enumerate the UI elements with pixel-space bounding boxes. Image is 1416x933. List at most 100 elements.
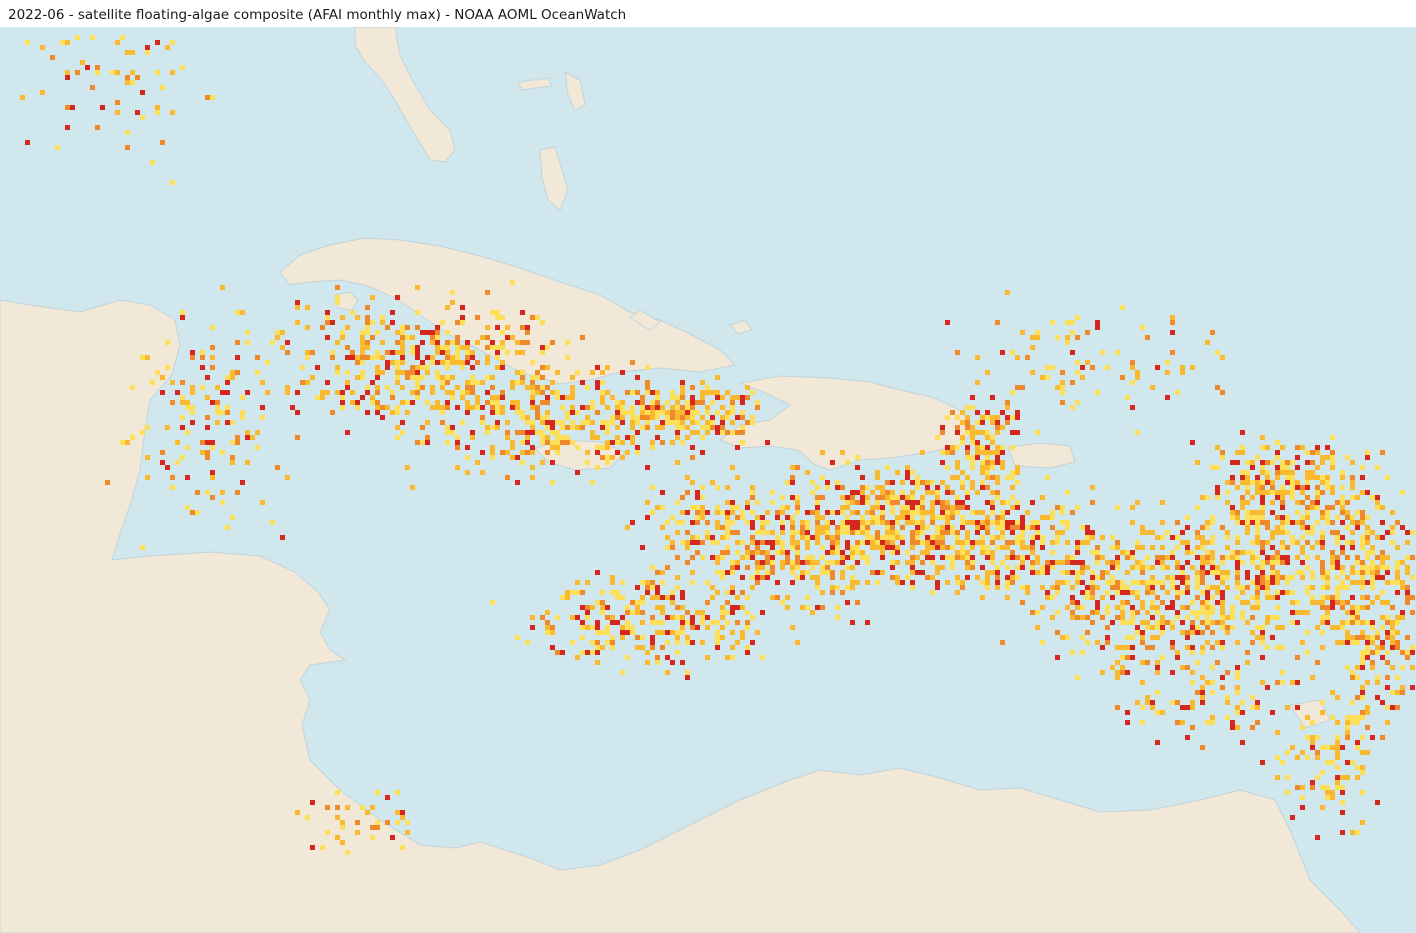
algae-cell <box>800 560 805 565</box>
algae-cell <box>985 475 990 480</box>
algae-cell <box>335 790 340 795</box>
algae-cell <box>1400 585 1405 590</box>
algae-cell <box>375 375 380 380</box>
algae-cell <box>1225 615 1230 620</box>
algae-cell <box>1260 435 1265 440</box>
algae-cell <box>940 480 945 485</box>
algae-cell <box>1350 475 1355 480</box>
algae-cell <box>500 345 505 350</box>
algae-cell <box>945 500 950 505</box>
algae-cell <box>740 395 745 400</box>
algae-cell <box>1345 665 1350 670</box>
algae-cell <box>565 440 570 445</box>
algae-cell <box>1085 525 1090 530</box>
algae-cell <box>160 375 165 380</box>
algae-cell <box>910 470 915 475</box>
algae-cell <box>1405 655 1410 660</box>
algae-cell <box>1090 535 1095 540</box>
algae-cell <box>1320 575 1325 580</box>
algae-cell <box>1335 555 1340 560</box>
algae-cell <box>470 405 475 410</box>
algae-cell <box>865 510 870 515</box>
algae-cell <box>1270 710 1275 715</box>
algae-cell <box>1120 305 1125 310</box>
algae-cell <box>690 480 695 485</box>
algae-cell <box>1260 575 1265 580</box>
algae-cell <box>320 395 325 400</box>
map-canvas[interactable] <box>0 27 1416 933</box>
algae-cell <box>925 525 930 530</box>
algae-cell <box>1075 505 1080 510</box>
algae-cell <box>1360 650 1365 655</box>
algae-cell <box>885 480 890 485</box>
algae-cell <box>1245 650 1250 655</box>
algae-cell <box>985 455 990 460</box>
map-panel[interactable] <box>0 27 1416 933</box>
algae-cell <box>595 650 600 655</box>
algae-cell <box>910 530 915 535</box>
algae-cell <box>1295 480 1300 485</box>
algae-cell <box>1020 540 1025 545</box>
algae-cell <box>720 570 725 575</box>
algae-cell <box>495 365 500 370</box>
algae-cell <box>1170 600 1175 605</box>
algae-cell <box>1230 725 1235 730</box>
algae-cell <box>700 390 705 395</box>
algae-cell <box>400 420 405 425</box>
algae-cell <box>1235 595 1240 600</box>
algae-cell <box>650 620 655 625</box>
algae-cell <box>710 595 715 600</box>
algae-cell <box>520 410 525 415</box>
algae-cell <box>1280 625 1285 630</box>
algae-cell <box>130 435 135 440</box>
algae-cell <box>1315 750 1320 755</box>
algae-cell <box>975 530 980 535</box>
algae-cell <box>920 560 925 565</box>
algae-cell <box>1300 520 1305 525</box>
algae-cell <box>160 450 165 455</box>
algae-cell <box>620 630 625 635</box>
algae-cell <box>1200 650 1205 655</box>
algae-cell <box>1045 515 1050 520</box>
algae-cell <box>680 540 685 545</box>
algae-cell <box>340 840 345 845</box>
algae-cell <box>375 330 380 335</box>
algae-cell <box>520 380 525 385</box>
algae-cell <box>960 550 965 555</box>
algae-cell <box>795 530 800 535</box>
algae-cell <box>1000 535 1005 540</box>
algae-cell <box>485 355 490 360</box>
algae-cell <box>1240 505 1245 510</box>
algae-cell <box>745 610 750 615</box>
algae-cell <box>1240 700 1245 705</box>
algae-cell <box>1050 565 1055 570</box>
algae-cell <box>805 525 810 530</box>
algae-cell <box>1300 805 1305 810</box>
algae-cell <box>920 540 925 545</box>
algae-cell <box>495 310 500 315</box>
algae-cell <box>675 635 680 640</box>
algae-cell <box>685 410 690 415</box>
algae-cell <box>670 390 675 395</box>
algae-cell <box>575 590 580 595</box>
algae-cell <box>1070 330 1075 335</box>
algae-cell <box>950 445 955 450</box>
algae-cell <box>1275 575 1280 580</box>
algae-cell <box>1035 335 1040 340</box>
algae-cell <box>1145 530 1150 535</box>
algae-cell <box>1185 615 1190 620</box>
algae-cell <box>1280 545 1285 550</box>
algae-cell <box>1330 555 1335 560</box>
algae-cell <box>395 410 400 415</box>
algae-cell <box>855 465 860 470</box>
algae-cell <box>460 395 465 400</box>
algae-cell <box>1180 620 1185 625</box>
algae-cell <box>555 395 560 400</box>
algae-cell <box>800 570 805 575</box>
algae-cell <box>515 635 520 640</box>
algae-cell <box>1350 620 1355 625</box>
algae-cell <box>850 585 855 590</box>
algae-cell <box>1190 620 1195 625</box>
algae-cell <box>630 410 635 415</box>
algae-cell <box>945 505 950 510</box>
